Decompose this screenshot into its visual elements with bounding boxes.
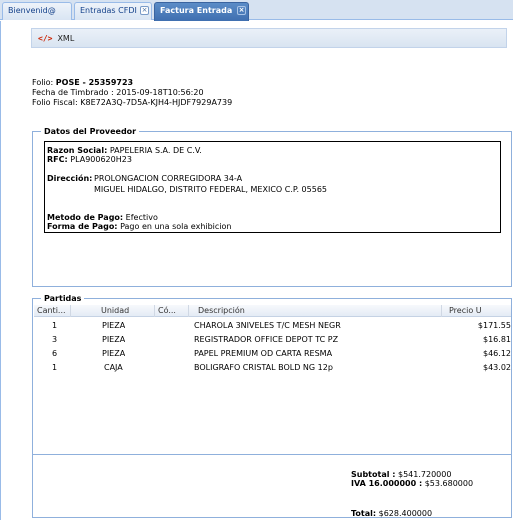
folio-label: Folio: (32, 78, 54, 87)
proveedor-legend: Datos del Proveedor (41, 127, 140, 136)
folio-value: POSE - 25359723 (55, 78, 134, 87)
column-header-descripcion[interactable]: Descripción (189, 305, 442, 317)
folio-fiscal-value: K8E72A3Q-7D5A-KJH4-HJDF7929A739 (80, 98, 233, 107)
rfc-label: RFC: (47, 155, 68, 164)
rfc-value: PLA900620H23 (70, 155, 132, 164)
razon-label: Razon Social: (47, 146, 108, 155)
fecha-label: Fecha de Timbrado : (32, 88, 114, 97)
code-icon: </> (38, 34, 53, 43)
metodo-label: Metodo de Pago: (47, 213, 124, 222)
subtotal-line: Subtotal : $541.720000 (351, 470, 451, 479)
cell-precio: $16.81 (483, 335, 511, 344)
rfc-line: RFC: PLA900620H23 (47, 155, 132, 164)
cell-cantidad: 1 (52, 363, 58, 372)
total-value: $628.400000 (378, 509, 433, 518)
forma-label: Forma de Pago: (47, 222, 118, 231)
iva-label: IVA 16.000000 : (351, 479, 423, 488)
metodo-value: Efectivo (125, 213, 158, 222)
cell-unidad: PIEZA (102, 321, 126, 330)
tab-bienvenido[interactable]: Bienvenid@ (2, 2, 72, 20)
forma-value: Pago en una sola exhibicion (120, 222, 232, 231)
column-header-codigo[interactable]: Có... (155, 305, 189, 317)
forma-line: Forma de Pago: Pago en una sola exhibici… (47, 222, 232, 231)
total-label: Total: (351, 509, 377, 518)
direccion-label: Dirección: (47, 174, 93, 183)
tab-factura-entrada[interactable]: Factura Entrada × (154, 2, 249, 21)
razon-line: Razon Social: PAPELERIA S.A. DE C.V. (47, 146, 202, 155)
table-row[interactable]: 3 PIEZA REGISTRADOR OFFICE DEPOT TC PZ $… (34, 333, 511, 347)
cell-unidad: CAJA (104, 363, 123, 372)
cell-cantidad: 1 (52, 321, 58, 330)
fecha-line: Fecha de Timbrado : 2015-09-18T10:56:20 (32, 88, 204, 97)
xml-button[interactable]: </> XML (38, 32, 74, 46)
partidas-fieldset: Partidas Canti... Unidad Có... Descripci… (32, 294, 512, 518)
column-header-unidad[interactable]: Unidad (71, 305, 155, 317)
table-row[interactable]: 6 PIEZA PAPEL PREMIUM OD CARTA RESMA $46… (34, 347, 511, 361)
direccion-line1: PROLONGACION CORREGIDORA 34-A (94, 174, 243, 183)
subtotal-value: $541.720000 (398, 470, 452, 479)
razon-value: PAPELERIA S.A. DE C.V. (109, 146, 202, 155)
cell-cantidad: 3 (52, 335, 58, 344)
subtotal-label: Subtotal : (351, 470, 396, 479)
tab-entradas-cfdi[interactable]: Entradas CFDI × (74, 2, 152, 20)
cell-descripcion: PAPEL PREMIUM OD CARTA RESMA (194, 349, 333, 358)
close-icon[interactable]: × (140, 6, 149, 15)
iva-line: IVA 16.000000 : $53.680000 (351, 479, 473, 488)
partidas-legend: Partidas (41, 294, 85, 303)
toolbar: </> XML (31, 28, 507, 48)
cell-precio: $171.55 (477, 321, 511, 330)
cell-unidad: PIEZA (102, 349, 126, 358)
metodo-line: Metodo de Pago: Efectivo (47, 213, 158, 222)
xml-button-label: XML (57, 34, 75, 43)
proveedor-fieldset: Datos del Proveedor Razon Social: PAPELE… (32, 127, 512, 287)
proveedor-details: Razon Social: PAPELERIA S.A. DE C.V. RFC… (44, 141, 501, 233)
folio-fiscal-line: Folio Fiscal: K8E72A3Q-7D5A-KJH4-HJDF792… (32, 98, 232, 107)
table-row[interactable]: 1 CAJA BOLIGRAFO CRISTAL BOLD NG 12p $43… (34, 361, 511, 375)
folio-fiscal-label: Folio Fiscal: (32, 98, 78, 107)
total-line: Total: $628.400000 (351, 509, 432, 518)
direccion-line2: MIGUEL HIDALGO, DISTRITO FEDERAL, MEXICO… (94, 185, 327, 194)
grid-divider (33, 454, 511, 455)
close-icon[interactable]: × (237, 6, 246, 15)
cell-unidad: PIEZA (102, 335, 126, 344)
tab-label: Entradas CFDI (80, 6, 137, 15)
cell-descripcion: BOLIGRAFO CRISTAL BOLD NG 12p (194, 363, 333, 372)
iva-value: $53.680000 (424, 479, 474, 488)
cell-precio: $43.02 (483, 363, 511, 372)
folio-line: Folio: POSE - 25359723 (32, 78, 133, 87)
fecha-value: 2015-09-18T10:56:20 (116, 88, 204, 97)
cell-precio: $46.12 (483, 349, 511, 358)
tab-label: Factura Entrada (160, 6, 233, 15)
tab-label: Bienvenid@ (8, 6, 56, 15)
tab-bar: Bienvenid@ Entradas CFDI × Factura Entra… (0, 0, 513, 21)
column-header-cantidad[interactable]: Canti... (34, 305, 71, 317)
column-header-precio[interactable]: Precio U (442, 305, 511, 317)
cell-descripcion: CHAROLA 3NIVELES T/C MESH NEGR (194, 321, 341, 330)
table-row[interactable]: 1 PIEZA CHAROLA 3NIVELES T/C MESH NEGR $… (34, 319, 511, 333)
cell-descripcion: REGISTRADOR OFFICE DEPOT TC PZ (194, 335, 339, 344)
cell-cantidad: 6 (52, 349, 58, 358)
partidas-grid-header: Canti... Unidad Có... Descripción Precio… (34, 305, 511, 317)
direccion-label-line: Dirección: (47, 174, 92, 183)
